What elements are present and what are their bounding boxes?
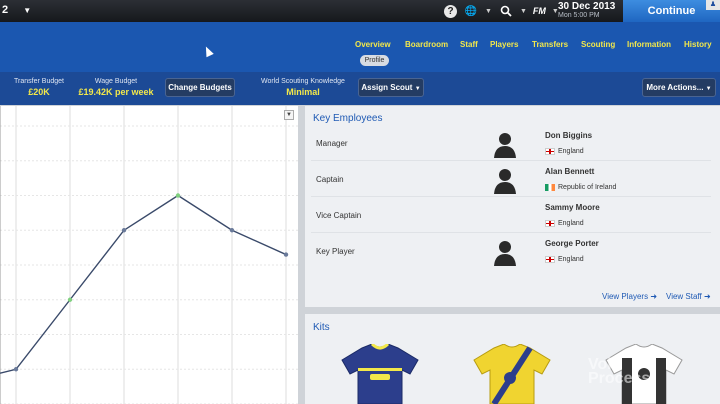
tab-profile[interactable]: Profile	[360, 55, 389, 66]
user-icon[interactable]: ♟	[706, 0, 720, 10]
performance-chart-panel	[0, 106, 298, 404]
employee-role: Manager	[316, 139, 348, 148]
chart-point[interactable]	[229, 228, 235, 233]
employee-row-key-player[interactable]: Key Player George Porter England	[311, 234, 711, 269]
employee-nation: England	[545, 220, 584, 227]
england-flag-icon	[545, 148, 555, 155]
view-players-label: View Players	[602, 292, 649, 301]
top-icons: ? 🌐 ▼ ▼ FM ▼	[444, 3, 559, 19]
view-staff-link[interactable]: View Staff ➜	[666, 292, 711, 301]
wage-budget-label: Wage Budget	[94, 78, 138, 85]
nav-transfers[interactable]: Transfers	[532, 40, 568, 49]
chevron-down-icon: ▼	[519, 7, 527, 15]
transfer-budget-label: Transfer Budget	[14, 78, 64, 85]
employee-row-vice-captain[interactable]: Vice Captain Sammy Moore England	[311, 198, 711, 233]
england-flag-icon	[545, 220, 555, 227]
more-actions-label: More Actions...	[646, 83, 704, 92]
globe-icon[interactable]: 🌐	[463, 3, 479, 19]
scouting-knowledge-value: Minimal	[286, 87, 320, 97]
arrow-right-icon: ➜	[703, 292, 711, 301]
fm-menu[interactable]: FM	[533, 6, 546, 16]
chart-point[interactable]	[121, 228, 127, 233]
nav-overview[interactable]: Overview	[355, 40, 391, 49]
game-date[interactable]: 30 Dec 2013 Mon 5:00 PM	[558, 1, 615, 19]
help-icon[interactable]: ?	[444, 4, 457, 18]
employee-nation: Republic of Ireland	[545, 184, 616, 191]
person-silhouette-icon	[494, 133, 516, 158]
more-actions-button[interactable]: More Actions... ▼	[642, 78, 716, 97]
employee-name[interactable]: Don Biggins	[545, 131, 592, 140]
date-label: 30 Dec 2013	[558, 1, 616, 12]
top-bar: 2 ▼ ? 🌐 ▼ ▼ FM ▼ 30 Dec 2013 Mon 5:00 PM…	[0, 0, 720, 22]
top-left-menu[interactable]: 2 ▼	[2, 4, 31, 16]
employee-name[interactable]: Sammy Moore	[545, 203, 600, 212]
top-left-label: 2	[2, 4, 9, 16]
transfer-budget-value: £20K	[28, 87, 50, 97]
arrow-right-icon: ➜	[650, 292, 658, 301]
chevron-down-icon: ▼	[705, 86, 712, 92]
employee-role: Key Player	[316, 247, 355, 256]
nation-label[interactable]: England	[558, 220, 584, 227]
home-kit-shirt[interactable]	[340, 344, 420, 404]
wage-budget-value: £19.42K per week	[78, 87, 154, 97]
employee-row-manager[interactable]: Manager Don Biggins England	[311, 126, 711, 161]
nav-scouting[interactable]: Scouting	[581, 40, 615, 49]
kits-title: Kits	[313, 322, 330, 333]
nav-players[interactable]: Players	[490, 40, 518, 49]
away-kit-shirt[interactable]	[472, 344, 552, 404]
nav-staff[interactable]: Staff	[460, 40, 478, 49]
chevron-down-icon: ▼	[485, 7, 492, 15]
chevron-down-icon: ▼	[414, 86, 421, 92]
nation-label[interactable]: England	[558, 148, 584, 155]
nation-label[interactable]: Republic of Ireland	[558, 184, 616, 191]
assign-scout-button[interactable]: Assign Scout ▼	[358, 78, 424, 97]
chart-point[interactable]	[13, 367, 19, 372]
employee-name[interactable]: George Porter	[545, 239, 599, 248]
employee-row-captain[interactable]: Captain Alan Bennett Republic of Ireland	[311, 162, 711, 197]
search-icon[interactable]	[498, 3, 514, 19]
chart-point[interactable]	[175, 193, 181, 198]
nation-label[interactable]: England	[558, 256, 584, 263]
time-label: Mon 5:00 PM	[558, 12, 600, 19]
view-players-link[interactable]: View Players ➜	[602, 292, 657, 301]
chart-options-dropdown[interactable]: ▼	[284, 110, 294, 120]
change-budgets-button[interactable]: Change Budgets	[165, 78, 235, 97]
performance-chart	[0, 106, 298, 404]
key-employees-title: Key Employees	[313, 113, 383, 124]
chart-point[interactable]	[283, 252, 289, 257]
chart-point[interactable]	[67, 297, 73, 302]
employee-role: Vice Captain	[316, 211, 362, 220]
watermark: Voki Process	[588, 357, 651, 387]
chart-series-line	[0, 194, 287, 374]
employee-role: Captain	[316, 175, 344, 184]
employee-name[interactable]: Alan Bennett	[545, 167, 594, 176]
assign-scout-label: Assign Scout	[361, 83, 413, 92]
view-staff-label: View Staff	[666, 292, 702, 301]
person-silhouette-icon	[494, 169, 516, 194]
ireland-flag-icon	[545, 184, 555, 191]
nav-boardroom[interactable]: Boardroom	[405, 40, 448, 49]
chevron-down-icon: ▼	[23, 6, 32, 15]
employee-nation: England	[545, 148, 584, 155]
england-flag-icon	[545, 256, 555, 263]
person-silhouette-icon	[494, 241, 516, 266]
scouting-knowledge-label: World Scouting Knowledge	[261, 78, 345, 85]
nav-history[interactable]: History	[684, 40, 712, 49]
nav-information[interactable]: Information	[627, 40, 671, 49]
watermark-line2: Process	[588, 370, 651, 387]
employee-nation: England	[545, 256, 584, 263]
